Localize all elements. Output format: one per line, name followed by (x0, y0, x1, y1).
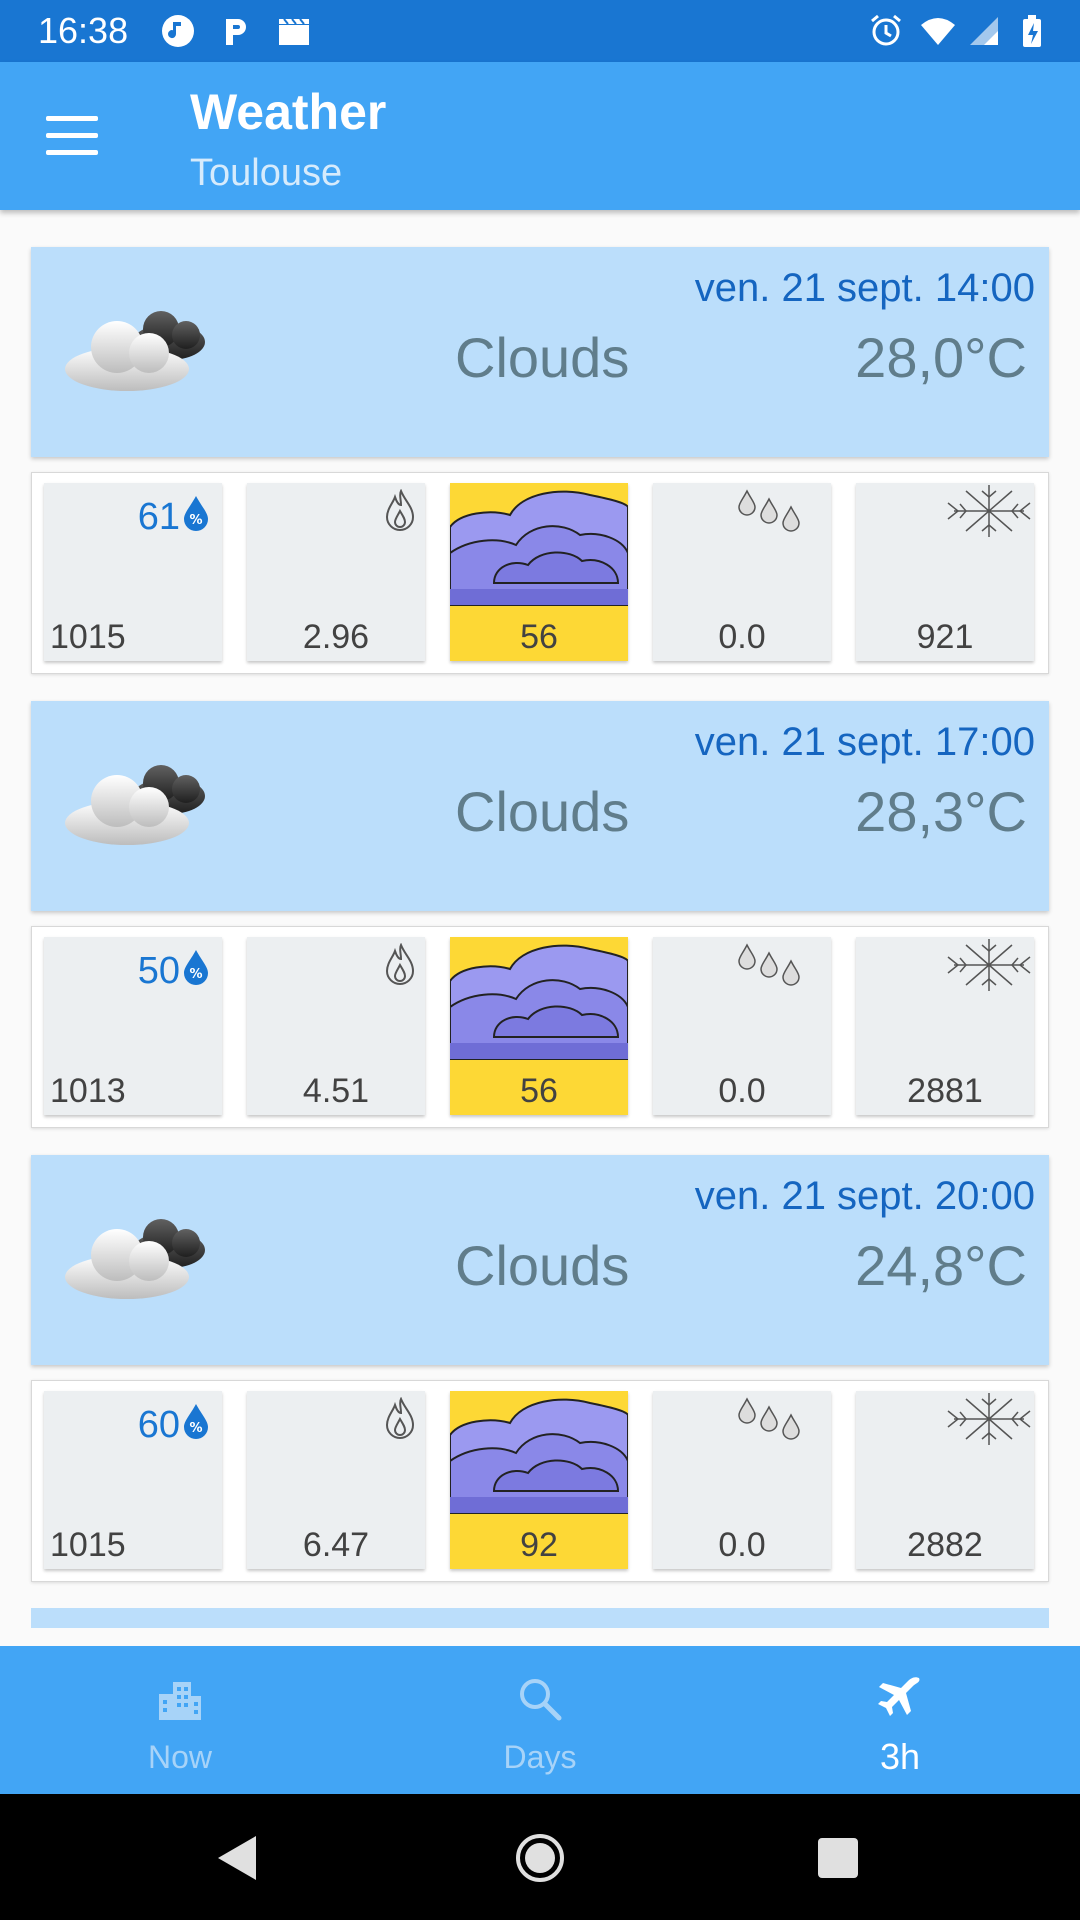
wind-value: 2.96 (302, 618, 370, 656)
back-icon[interactable] (214, 1834, 260, 1882)
rain-drops-icon (738, 489, 800, 532)
app-bar: Weather Toulouse (0, 62, 1080, 210)
cloud-cover-icon (450, 1398, 628, 1514)
menu-icon[interactable] (46, 116, 98, 156)
app-title: Weather (190, 84, 387, 140)
status-time: 16:38 (38, 10, 129, 51)
wind-value: 4.51 (302, 1072, 370, 1110)
forecast-header-card[interactable]: ven. 21 sept. 14:00 Clouds 28,0°C (31, 247, 1049, 457)
nav-label-3h: 3h (879, 1736, 921, 1777)
snow-value: 2882 (907, 1526, 983, 1564)
rain-tile: 0.0 (653, 1391, 831, 1569)
rain-value: 0.0 (718, 1072, 766, 1110)
forecast-detail-card: 50 % 1013 4.51 56 0.0 2881 (31, 926, 1049, 1128)
pressure-value: 1015 (50, 1526, 126, 1564)
flame-icon (385, 489, 415, 531)
cloud-cover-icon (450, 490, 628, 606)
app-subtitle: Toulouse (190, 152, 343, 194)
forecast-list[interactable]: ven. 21 sept. 14:00 Clouds 28,0°C 61 % 1… (0, 210, 1080, 1644)
cloudy-weather-icon (65, 1219, 205, 1299)
forecast-temperature: 24,8°C (855, 1234, 1027, 1297)
svg-text:%: % (189, 1421, 202, 1436)
city-icon (159, 1682, 201, 1720)
humidity-pressure-tile: 61 % 1015 (44, 483, 222, 661)
battery-icon (1023, 15, 1041, 47)
svg-text:%: % (189, 967, 202, 982)
status-bar: 16:38 (0, 0, 1080, 62)
forecast-temperature: 28,3°C (855, 780, 1027, 843)
pressure-value: 1015 (50, 618, 126, 656)
nav-item-3h[interactable]: 3h (780, 1646, 1020, 1794)
cloudiness-tile: 56 (450, 483, 628, 661)
nav-item-now[interactable]: Now (60, 1646, 300, 1794)
nav-item-days[interactable]: Days (420, 1646, 660, 1794)
humidity-value: 50 (137, 950, 180, 992)
rain-drops-icon (738, 943, 800, 986)
next-forecast-card-partial[interactable] (31, 1608, 1049, 1628)
snow-tile: 921 (856, 483, 1034, 661)
flame-icon (385, 943, 415, 985)
humidity-value: 61 (137, 496, 180, 538)
cloudy-weather-icon (65, 311, 205, 391)
forecast-date: ven. 21 sept. 14:00 (694, 266, 1035, 310)
forecast-condition: Clouds (455, 780, 630, 843)
humidity-drop-icon: % (184, 1404, 208, 1439)
pressure-value: 1013 (50, 1072, 126, 1110)
humidity-drop-icon: % (184, 496, 208, 531)
rain-tile: 0.0 (653, 483, 831, 661)
alarm-icon (871, 14, 901, 46)
forecast-temperature: 28,0°C (855, 326, 1027, 389)
snowflake-icon (947, 485, 1031, 537)
wind-tile: 2.96 (247, 483, 425, 661)
wind-value: 6.47 (302, 1526, 370, 1564)
humidity-drop-icon: % (184, 950, 208, 985)
p-letter-icon (226, 19, 246, 45)
svg-text:%: % (189, 513, 202, 528)
clapperboard-icon (279, 18, 309, 45)
humidity-pressure-tile: 60 % 1015 (44, 1391, 222, 1569)
snowflake-icon (947, 939, 1031, 991)
rain-value: 0.0 (718, 618, 766, 656)
cloudiness-tile: 92 (450, 1391, 628, 1569)
rain-drops-icon (738, 1397, 800, 1440)
system-navigation-bar (0, 1794, 1080, 1920)
snow-value: 2881 (907, 1072, 983, 1110)
forecast-condition: Clouds (455, 326, 630, 389)
signal-icon (970, 17, 998, 45)
flame-icon (385, 1397, 415, 1439)
cloud-cover-icon (450, 944, 628, 1060)
wind-tile: 4.51 (247, 937, 425, 1115)
airplane-icon (878, 1677, 920, 1716)
cloudiness-tile: 56 (450, 937, 628, 1115)
snowflake-icon (947, 1393, 1031, 1445)
nav-label-now: Now (147, 1739, 212, 1775)
cloudy-weather-icon (65, 765, 205, 845)
humidity-pressure-tile: 50 % 1013 (44, 937, 222, 1115)
forecast-detail-card: 61 % 1015 2.96 56 0.0 921 (31, 472, 1049, 674)
cloudiness-value: 92 (520, 1526, 558, 1564)
search-icon (520, 1679, 562, 1721)
snow-value: 921 (916, 618, 974, 656)
wifi-icon (921, 18, 955, 45)
rain-value: 0.0 (718, 1526, 766, 1564)
snow-tile: 2882 (856, 1391, 1034, 1569)
nav-label-days: Days (503, 1739, 577, 1775)
forecast-header-card[interactable]: ven. 21 sept. 17:00 Clouds 28,3°C (31, 701, 1049, 911)
humidity-value: 60 (137, 1404, 180, 1446)
forecast-detail-card: 60 % 1015 6.47 92 0.0 2882 (31, 1380, 1049, 1582)
rain-tile: 0.0 (653, 937, 831, 1115)
cloudiness-value: 56 (520, 1072, 558, 1110)
forecast-header-card[interactable]: ven. 21 sept. 20:00 Clouds 24,8°C (31, 1155, 1049, 1365)
snow-tile: 2881 (856, 937, 1034, 1115)
music-icon (162, 15, 194, 47)
recents-icon[interactable] (816, 1836, 860, 1880)
forecast-condition: Clouds (455, 1234, 630, 1297)
wind-tile: 6.47 (247, 1391, 425, 1569)
forecast-date: ven. 21 sept. 20:00 (694, 1174, 1035, 1218)
cloudiness-value: 56 (520, 618, 558, 656)
forecast-date: ven. 21 sept. 17:00 (694, 720, 1035, 764)
home-icon[interactable] (514, 1832, 566, 1884)
bottom-navigation: Now Days 3h (0, 1646, 1080, 1794)
